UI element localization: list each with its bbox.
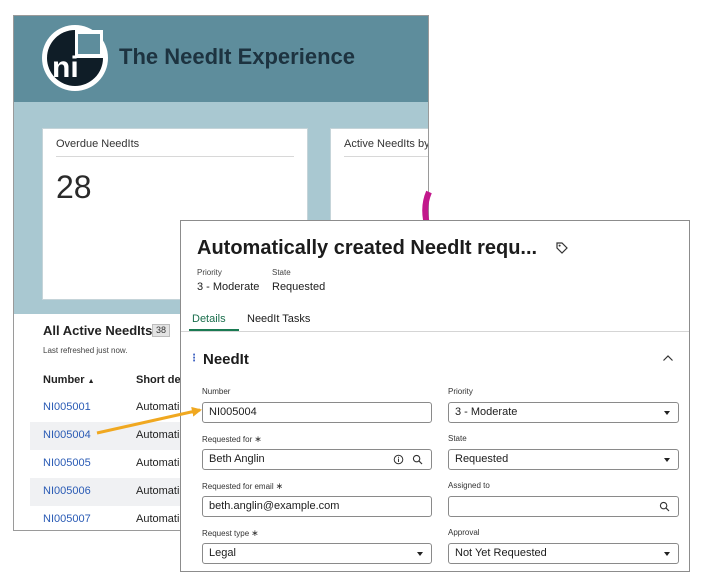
request-type-label-text: Request type bbox=[202, 529, 250, 538]
search-icon[interactable] bbox=[412, 454, 423, 465]
required-mark: ∗ bbox=[251, 528, 259, 538]
row-number-link[interactable]: NI005004 bbox=[43, 429, 91, 441]
column-header-number-label: Number bbox=[43, 374, 85, 386]
requested-for-email-label: Requested for email ∗ bbox=[202, 481, 283, 492]
row-short-description: Automati bbox=[136, 401, 180, 413]
assigned-to-field[interactable] bbox=[448, 496, 679, 517]
logo-icon: ni bbox=[42, 25, 108, 91]
state-select[interactable]: Requested bbox=[448, 449, 679, 470]
required-mark: ∗ bbox=[254, 434, 262, 444]
priority-label: Priority bbox=[448, 387, 473, 396]
section-title: NeedIt bbox=[203, 351, 249, 368]
overdue-count: 28 bbox=[56, 169, 92, 205]
dashboard-header: ni The NeedIt Experience bbox=[14, 16, 428, 102]
tab-details[interactable]: Details bbox=[192, 313, 226, 325]
row-short-description: Automati bbox=[136, 429, 180, 441]
meta-priority-value: 3 - Moderate bbox=[197, 281, 260, 293]
search-icon[interactable] bbox=[659, 501, 670, 512]
chevron-down-icon bbox=[417, 552, 423, 556]
list-count-badge: 38 bbox=[152, 324, 171, 337]
priority-select[interactable]: 3 - Moderate bbox=[448, 402, 679, 423]
list-title: All Active NeedIts bbox=[43, 323, 153, 338]
approval-label: Approval bbox=[448, 528, 480, 537]
info-icon[interactable] bbox=[393, 454, 404, 465]
approval-select[interactable]: Not Yet Requested bbox=[448, 543, 679, 564]
assigned-to-label: Assigned to bbox=[448, 481, 490, 490]
requested-for-email-field[interactable]: beth.anglin@example.com bbox=[202, 496, 432, 517]
row-short-description: Automati bbox=[136, 485, 180, 497]
row-number-link[interactable]: NI005005 bbox=[43, 457, 91, 469]
requested-for-email-label-text: Requested for email bbox=[202, 482, 274, 491]
requested-for-label-text: Requested for bbox=[202, 435, 253, 444]
required-mark: ∗ bbox=[275, 481, 284, 491]
request-type-select[interactable]: Legal bbox=[202, 543, 432, 564]
logo-text: ni bbox=[52, 51, 79, 84]
list-refresh-status: Last refreshed just now. bbox=[43, 346, 128, 355]
column-header-number[interactable]: Number ▲ bbox=[43, 374, 95, 386]
card-divider bbox=[56, 156, 294, 157]
state-label: State bbox=[448, 434, 467, 443]
sort-asc-icon: ▲ bbox=[87, 378, 95, 385]
card-divider bbox=[344, 156, 428, 157]
chevron-up-icon[interactable] bbox=[662, 353, 674, 363]
chevron-down-icon bbox=[664, 411, 670, 415]
chevron-down-icon bbox=[664, 458, 670, 462]
request-type-label: Request type ∗ bbox=[202, 528, 259, 539]
meta-state-value: Requested bbox=[272, 281, 326, 293]
meta-priority-label: Priority bbox=[197, 268, 222, 277]
requested-for-value: Beth Anglin bbox=[209, 453, 265, 465]
active-by-card-title: Active NeedIts by bbox=[344, 138, 429, 150]
priority-select-value: 3 - Moderate bbox=[455, 406, 518, 418]
dashboard-title: The NeedIt Experience bbox=[119, 44, 355, 69]
row-short-description: Automati bbox=[136, 513, 180, 525]
drag-handle-icon[interactable]: ⋮ bbox=[189, 353, 199, 364]
needit-form-window: Automatically created NeedIt requ... Pri… bbox=[180, 220, 690, 572]
row-short-description: Automati bbox=[136, 457, 180, 469]
tab-needit-tasks[interactable]: NeedIt Tasks bbox=[247, 313, 310, 325]
approval-value: Not Yet Requested bbox=[455, 547, 547, 559]
chevron-down-icon bbox=[664, 552, 670, 556]
state-select-value: Requested bbox=[455, 453, 509, 465]
form-title: Automatically created NeedIt requ... bbox=[197, 237, 538, 259]
request-type-value: Legal bbox=[209, 547, 236, 559]
requested-for-label: Requested for ∗ bbox=[202, 434, 262, 445]
row-number-link[interactable]: NI005007 bbox=[43, 513, 91, 525]
requested-for-field[interactable]: Beth Anglin bbox=[202, 449, 432, 470]
tabs-divider bbox=[181, 331, 689, 332]
overdue-card-title: Overdue NeedIts bbox=[56, 138, 140, 150]
meta-state-label: State bbox=[272, 268, 291, 277]
number-label: Number bbox=[202, 387, 231, 396]
tag-icon[interactable] bbox=[555, 241, 569, 255]
row-number-link[interactable]: NI005001 bbox=[43, 401, 91, 413]
row-number-link[interactable]: NI005006 bbox=[43, 485, 91, 497]
number-field[interactable]: NI005004 bbox=[202, 402, 432, 423]
